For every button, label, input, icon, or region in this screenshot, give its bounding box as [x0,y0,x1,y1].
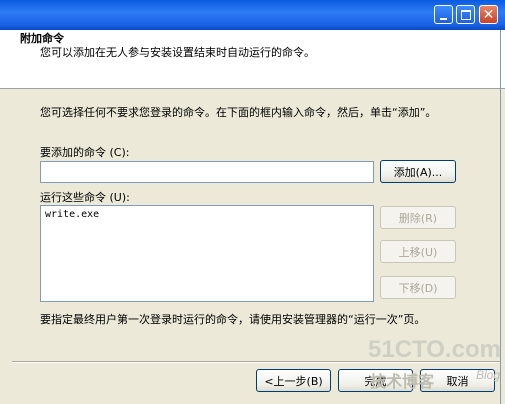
close-button[interactable]: ✕ [479,5,498,24]
maximize-button[interactable] [456,5,475,24]
watermark-text: 技术博客 [370,372,435,391]
page-subtitle: 您可以添加在无人参与安装设置结束时自动运行的命令。 [40,46,315,59]
list-item[interactable]: write.exe [45,209,369,220]
window-titlebar: ✕ [0,0,505,30]
move-down-button[interactable]: 下移(D) [380,276,456,299]
watermark-logo: 51CTO.com [368,336,501,363]
minimize-button[interactable] [434,5,453,24]
watermark-blog: Blog [476,368,501,382]
add-command-label: 要添加的命令 (C): [40,146,130,159]
add-button[interactable]: 添加(A)... [380,160,456,183]
back-button[interactable]: <上一步(B) [256,369,331,392]
move-up-button[interactable]: 上移(U) [380,240,456,263]
close-icon: ✕ [482,6,495,23]
minimize-icon [440,17,447,20]
maximize-icon [460,9,471,20]
delete-button[interactable]: 删除(R) [380,206,456,229]
instructions-text: 您可选择任何不要求您登录的命令。在下面的框内输入命令，然后，单击“添加”。 [40,106,437,119]
add-command-input[interactable] [40,161,374,183]
commands-listbox[interactable]: write.exe [40,205,374,302]
footer-note: 要指定最终用户第一次登录时运行的命令，请使用安装管理器的“运行一次”页。 [40,313,426,326]
run-commands-label: 运行这些命令 (U): [40,191,130,204]
